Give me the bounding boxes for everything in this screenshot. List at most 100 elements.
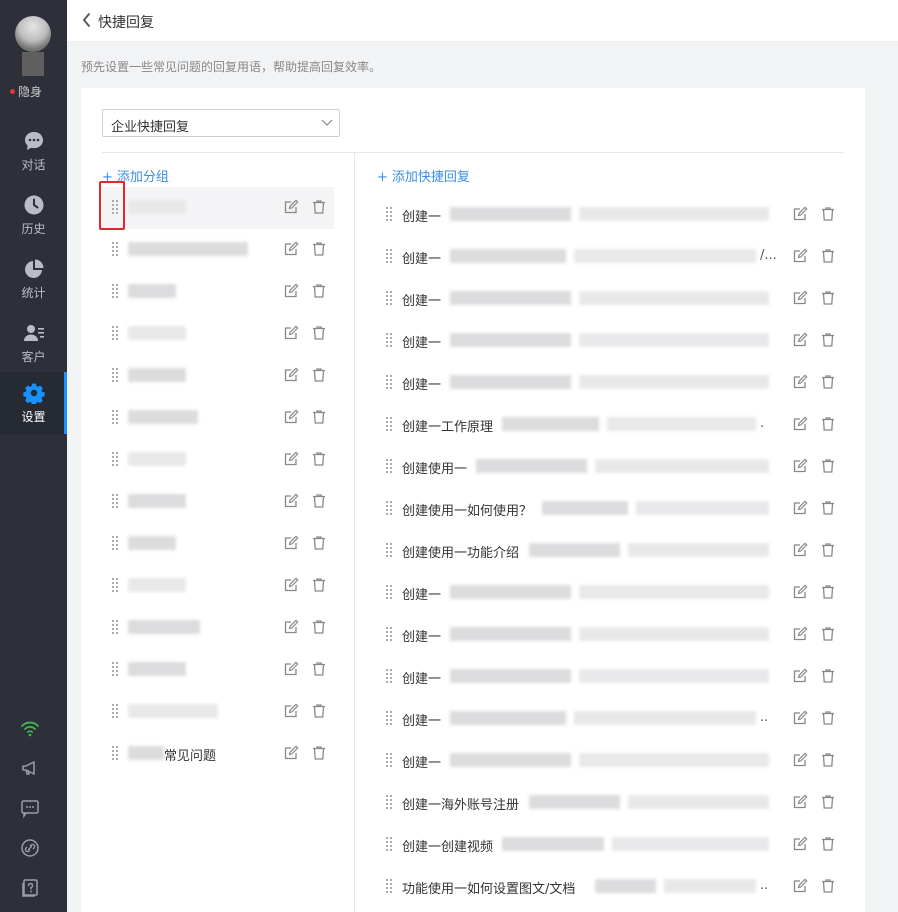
- reply-item[interactable]: 创建一: [384, 614, 844, 656]
- trash-icon[interactable]: [311, 367, 327, 383]
- edit-icon[interactable]: [792, 458, 808, 474]
- edit-icon[interactable]: [283, 745, 299, 761]
- group-item[interactable]: [102, 439, 334, 481]
- nav-item-stats[interactable]: 统计: [0, 248, 67, 312]
- reply-item[interactable]: 创建一: [384, 572, 844, 614]
- edit-icon[interactable]: [792, 752, 808, 768]
- drag-handle-icon[interactable]: [386, 837, 394, 851]
- drag-handle-icon[interactable]: [112, 578, 120, 592]
- trash-icon[interactable]: [820, 584, 836, 600]
- drag-handle-icon[interactable]: [112, 242, 120, 256]
- edit-icon[interactable]: [792, 332, 808, 348]
- edit-icon[interactable]: [283, 199, 299, 215]
- trash-icon[interactable]: [820, 626, 836, 642]
- drag-handle-icon[interactable]: [112, 410, 120, 424]
- drag-handle-icon[interactable]: [386, 249, 394, 263]
- drag-handle-icon[interactable]: [386, 669, 394, 683]
- reply-item[interactable]: 创建一: [384, 740, 844, 782]
- trash-icon[interactable]: [820, 836, 836, 852]
- group-item[interactable]: 常见问题: [102, 733, 334, 775]
- megaphone-icon[interactable]: [20, 758, 40, 778]
- nav-item-customer[interactable]: 客户: [0, 312, 67, 376]
- group-item[interactable]: [102, 313, 334, 355]
- edit-icon[interactable]: [283, 619, 299, 635]
- trash-icon[interactable]: [311, 619, 327, 635]
- trash-icon[interactable]: [820, 206, 836, 222]
- trash-icon[interactable]: [820, 500, 836, 516]
- trash-icon[interactable]: [820, 374, 836, 390]
- edit-icon[interactable]: [792, 542, 808, 558]
- drag-handle-icon[interactable]: [386, 753, 394, 767]
- trash-icon[interactable]: [820, 710, 836, 726]
- edit-icon[interactable]: [792, 626, 808, 642]
- group-item[interactable]: [102, 187, 334, 229]
- trash-icon[interactable]: [311, 409, 327, 425]
- edit-icon[interactable]: [792, 290, 808, 306]
- message-icon[interactable]: [20, 798, 40, 818]
- drag-handle-icon[interactable]: [386, 795, 394, 809]
- edit-icon[interactable]: [792, 836, 808, 852]
- edit-icon[interactable]: [283, 325, 299, 341]
- group-item[interactable]: [102, 523, 334, 565]
- drag-handle-icon[interactable]: [386, 585, 394, 599]
- edit-icon[interactable]: [283, 703, 299, 719]
- chevron-left-icon[interactable]: [81, 12, 91, 28]
- group-item[interactable]: [102, 607, 334, 649]
- nav-item-settings[interactable]: 设置: [0, 372, 67, 434]
- status-toggle[interactable]: 隐身: [10, 83, 42, 100]
- trash-icon[interactable]: [311, 745, 327, 761]
- drag-handle-icon[interactable]: [112, 662, 120, 676]
- drag-handle-icon[interactable]: [112, 326, 120, 340]
- trash-icon[interactable]: [820, 752, 836, 768]
- trash-icon[interactable]: [820, 416, 836, 432]
- trash-icon[interactable]: [820, 458, 836, 474]
- reply-item[interactable]: 创建使用一功能介绍: [384, 530, 844, 572]
- drag-handle-icon[interactable]: [386, 207, 394, 221]
- drag-handle-icon[interactable]: [386, 333, 394, 347]
- drag-handle-icon[interactable]: [112, 494, 120, 508]
- edit-icon[interactable]: [792, 248, 808, 264]
- drag-handle-icon[interactable]: [112, 368, 120, 382]
- avatar[interactable]: [15, 16, 51, 52]
- edit-icon[interactable]: [792, 374, 808, 390]
- drag-handle-icon[interactable]: [386, 711, 394, 725]
- reply-item[interactable]: 创建一: [384, 656, 844, 698]
- reply-item[interactable]: 创建一创建视频: [384, 824, 844, 866]
- trash-icon[interactable]: [311, 535, 327, 551]
- trash-icon[interactable]: [820, 794, 836, 810]
- reply-item[interactable]: 创建一: [384, 362, 844, 404]
- drag-handle-icon[interactable]: [112, 620, 120, 634]
- edit-icon[interactable]: [283, 535, 299, 551]
- trash-icon[interactable]: [311, 325, 327, 341]
- drag-handle-icon[interactable]: [112, 704, 120, 718]
- trash-icon[interactable]: [311, 451, 327, 467]
- edit-icon[interactable]: [792, 710, 808, 726]
- trash-icon[interactable]: [311, 283, 327, 299]
- reply-item[interactable]: 创建一海外账号注册: [384, 782, 844, 824]
- add-reply-button[interactable]: + 添加快捷回复: [377, 166, 470, 185]
- reply-item[interactable]: 创建一: [384, 194, 844, 236]
- trash-icon[interactable]: [311, 703, 327, 719]
- group-item[interactable]: [102, 649, 334, 691]
- edit-icon[interactable]: [792, 794, 808, 810]
- drag-handle-icon[interactable]: [112, 284, 120, 298]
- edit-icon[interactable]: [792, 878, 808, 894]
- nav-item-history[interactable]: 历史: [0, 184, 67, 248]
- group-item[interactable]: [102, 565, 334, 607]
- edit-icon[interactable]: [283, 661, 299, 677]
- reply-item[interactable]: 创建一: [384, 278, 844, 320]
- edit-icon[interactable]: [283, 451, 299, 467]
- drag-handle-icon[interactable]: [386, 879, 394, 893]
- reply-item[interactable]: 创建使用一如何使用？: [384, 488, 844, 530]
- edit-icon[interactable]: [283, 367, 299, 383]
- help-icon[interactable]: [20, 878, 40, 898]
- scope-select[interactable]: 企业快捷回复: [102, 109, 340, 137]
- reply-item[interactable]: 创建使用一: [384, 446, 844, 488]
- edit-icon[interactable]: [792, 500, 808, 516]
- edit-icon[interactable]: [283, 409, 299, 425]
- reply-item[interactable]: 创建一: [384, 320, 844, 362]
- edit-icon[interactable]: [283, 493, 299, 509]
- trash-icon[interactable]: [311, 577, 327, 593]
- trash-icon[interactable]: [820, 290, 836, 306]
- group-item[interactable]: [102, 355, 334, 397]
